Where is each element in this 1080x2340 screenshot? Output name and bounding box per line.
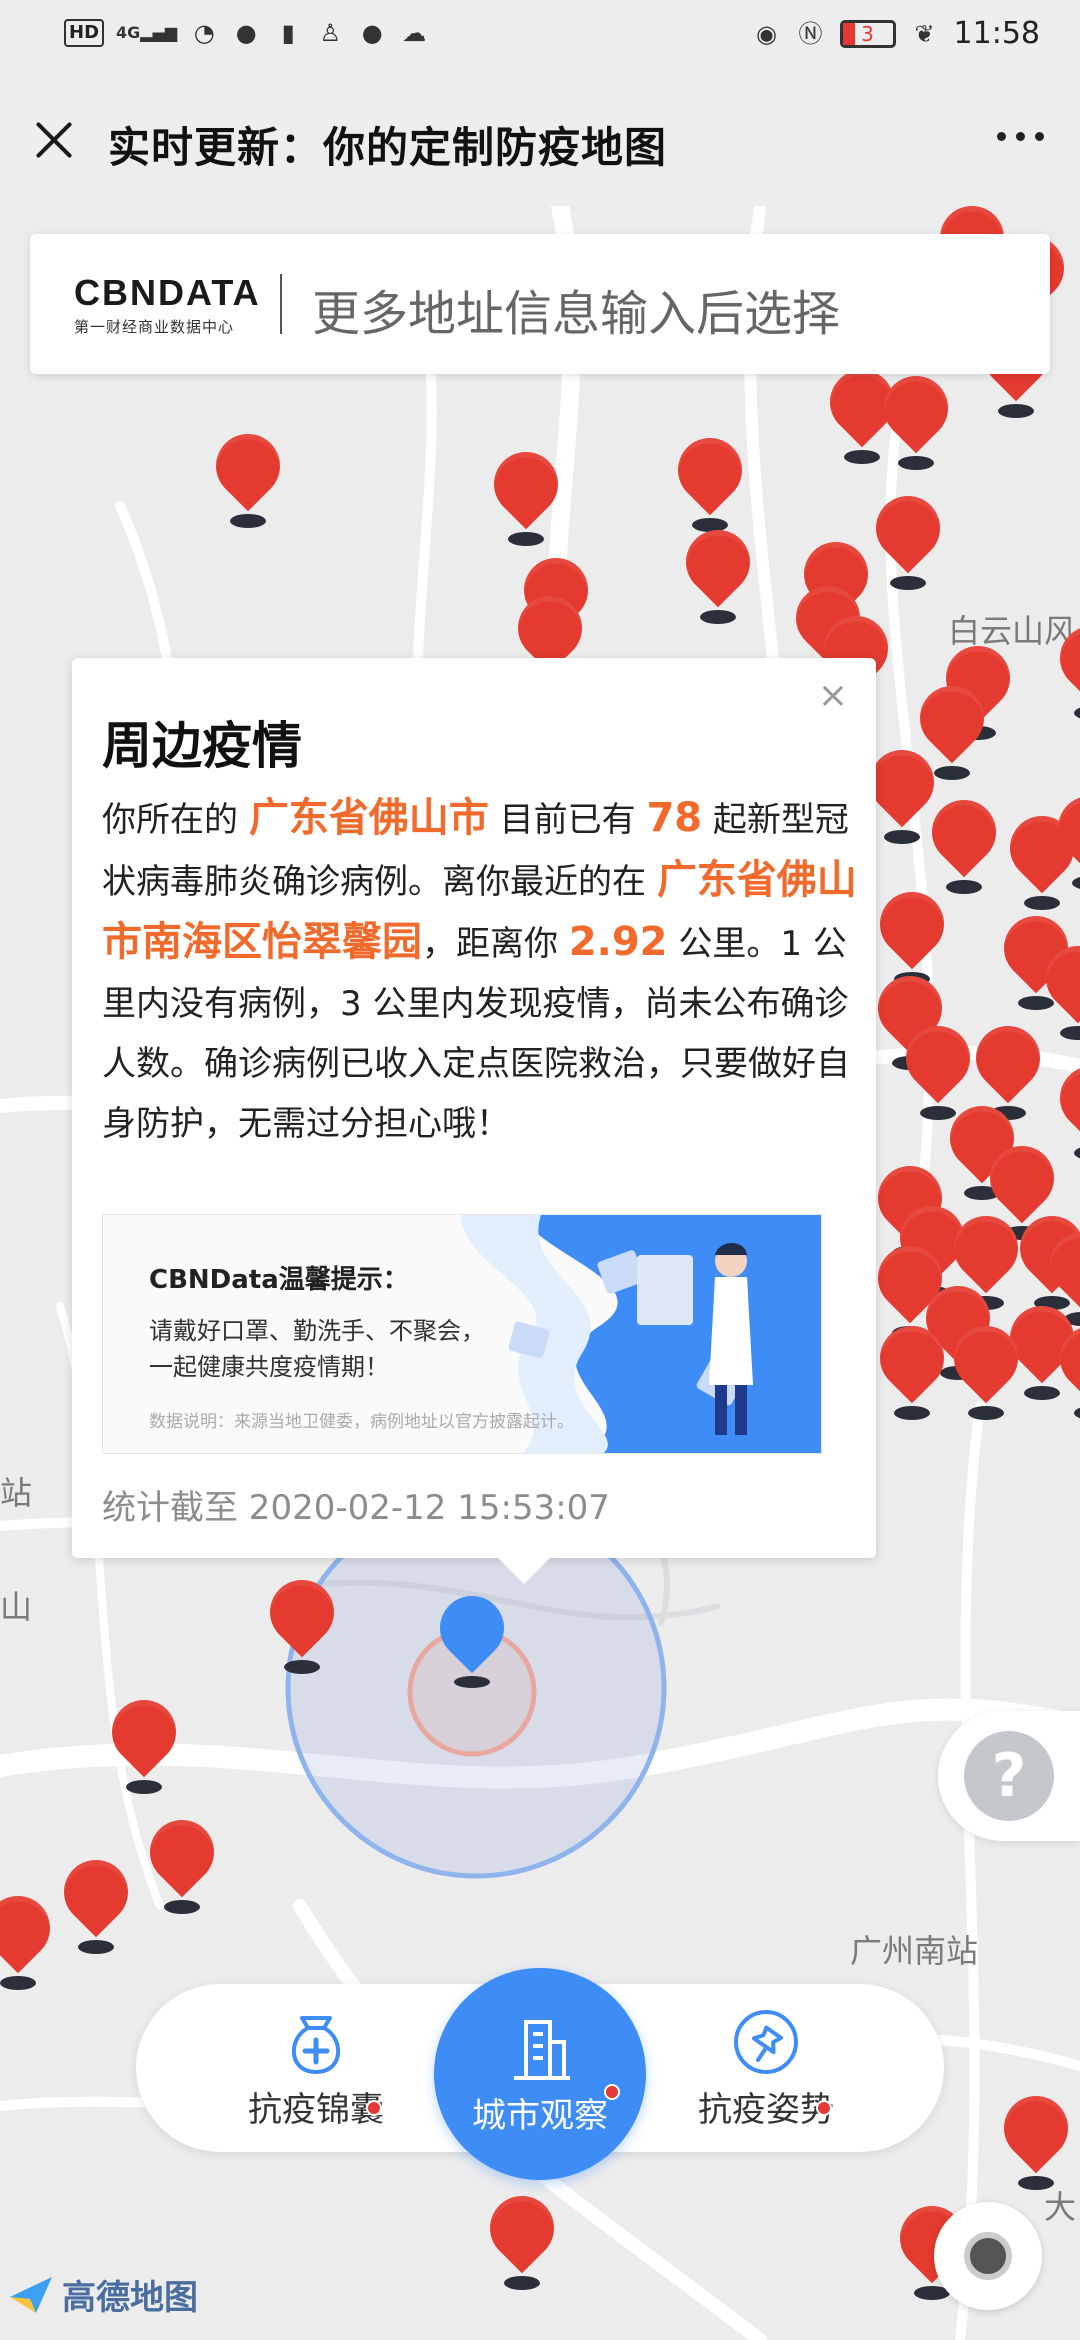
stat-timestamp: 统计截至 2020-02-12 15:53:07 (102, 1488, 610, 1528)
locate-icon (964, 2232, 1012, 2280)
search-divider (280, 274, 282, 334)
status-left-icons: HD 4G▂▄▆ ◔ ● ▮ ♙ ● ☁ (64, 18, 429, 48)
case-pin[interactable] (1046, 612, 1080, 726)
distance-value: 2.92 (568, 919, 668, 965)
case-pin[interactable] (202, 420, 294, 534)
tip-banner: CBNData温馨提示： 请戴好口罩、勤洗手、不聚会， 一起健康共度疫情期！ 数… (102, 1214, 822, 1454)
amap-logo: 高德地图 (6, 2270, 198, 2319)
banner-data-note: 数据说明：来源当地卫健委，病例地址以官方披露起计。 (149, 1412, 574, 1432)
case-pin[interactable] (990, 2082, 1080, 2196)
case-pin[interactable] (136, 1806, 228, 1920)
case-pin[interactable] (940, 1312, 1032, 1426)
map-label-station: 站 (0, 1474, 33, 1512)
sim-icon: ▮ (281, 19, 295, 47)
chat-icon: ● (361, 19, 383, 47)
map-canvas[interactable]: 白云山风 站 山 广州南站 大 CBNDATA 第一财经商业数据中心 更多地址信… (0, 206, 1080, 2340)
nav-kangyi-zishi[interactable]: 抗疫姿势 (666, 2004, 866, 2131)
case-pin[interactable] (256, 1566, 348, 1680)
case-pin[interactable] (856, 736, 948, 850)
case-count: 78 (646, 795, 703, 841)
case-pin[interactable] (1046, 1312, 1080, 1426)
case-pin[interactable] (1044, 782, 1080, 896)
logo-sub-text: 第一财经商业数据中心 (74, 318, 235, 336)
title-bar: 实时更新：你的定制防疫地图 (0, 72, 1080, 206)
body-text-2: 目前已有 (499, 800, 636, 840)
body-text-4: ，距离你 (422, 924, 558, 964)
case-pin[interactable] (476, 2182, 568, 2296)
locate-button[interactable] (934, 2202, 1042, 2310)
case-pin[interactable] (866, 1312, 958, 1426)
pin-icon (734, 2010, 798, 2074)
popup-body: 你所在的 广东省佛山市 目前已有 78 起新型冠状病毒肺炎确诊病例。离你最近的在… (102, 788, 862, 1154)
qq-icon: ♙ (319, 19, 341, 47)
network-label: 4G (116, 23, 141, 42)
help-icon: ? (964, 1731, 1054, 1821)
case-pin[interactable] (98, 1686, 190, 1800)
status-time: 11:58 (953, 16, 1040, 51)
wifi-icon: ◔ (193, 19, 215, 47)
banner-line-1: 请戴好口罩、勤洗手、不聚会， (149, 1317, 485, 1345)
battery-level: 3 (861, 21, 874, 46)
status-right-icons: ◉ Ⓝ 3 ❦ 11:58 (752, 16, 1040, 51)
case-pin[interactable] (50, 1846, 142, 1960)
hd-icon: HD (64, 19, 105, 47)
case-pin[interactable] (672, 516, 764, 630)
logo-main-text: CBNDATA (74, 272, 261, 313)
eye-icon: ◉ (756, 19, 777, 48)
case-pin[interactable] (1046, 1052, 1080, 1166)
body-text-1: 你所在的 (102, 800, 238, 840)
nfc-icon: Ⓝ (798, 19, 823, 48)
case-pin[interactable] (664, 424, 756, 538)
nav-right-badge (816, 2100, 832, 2116)
cbndata-logo: CBNDATA 第一财经商业数据中心 (74, 272, 261, 337)
popup-close-icon[interactable]: × (818, 678, 848, 714)
close-icon[interactable] (30, 116, 78, 164)
page-title: 实时更新：你的定制防疫地图 (108, 123, 668, 172)
amap-brand: 高德地图 (62, 2278, 198, 2318)
nav-city-observation[interactable]: 城市观察 (434, 1968, 646, 2180)
buildings-icon (514, 2020, 570, 2080)
address-search-bar[interactable]: CBNDATA 第一财经商业数据中心 更多地址信息输入后选择 (30, 234, 1050, 374)
nav-right-label: 抗疫姿势 (698, 2090, 834, 2130)
case-pin[interactable] (862, 482, 954, 596)
notification-icon: ● (235, 19, 257, 47)
user-location-pin (426, 1582, 518, 1696)
case-pin[interactable] (870, 362, 962, 476)
amap-arrow-icon (10, 2276, 52, 2313)
case-pin[interactable] (918, 786, 1010, 900)
nearby-epidemic-popup: × 周边疫情 你所在的 广东省佛山市 目前已有 78 起新型冠状病毒肺炎确诊病例… (72, 658, 876, 1584)
case-pin[interactable] (1032, 932, 1080, 1046)
leaf-icon: ❦ (914, 19, 935, 48)
popup-title: 周边疫情 (102, 717, 302, 775)
more-menu-icon[interactable] (997, 132, 1044, 141)
nav-left-badge (366, 2100, 382, 2116)
signal-4g-icon: 4G▂▄▆ (116, 23, 178, 42)
nav-center-badge (604, 2084, 620, 2100)
banner-title: CBNData温馨提示： (149, 1265, 409, 1295)
case-pin[interactable] (480, 438, 572, 552)
weather-icon: ☁ (402, 19, 427, 47)
case-pin[interactable] (0, 1882, 64, 1996)
nav-kangyi-jinnang[interactable]: 抗疫锦囊 (216, 2004, 416, 2131)
search-input[interactable]: 更多地址信息输入后选择 (312, 274, 840, 344)
banner-line-2: 一起健康共度疫情期！ (149, 1353, 389, 1381)
battery-icon: 3 (839, 19, 896, 48)
status-bar: HD 4G▂▄▆ ◔ ● ▮ ♙ ● ☁ ◉ Ⓝ 3 ❦ 11:58 (0, 0, 1080, 72)
city-highlight: 广东省佛山市 (248, 795, 489, 841)
map-label-guangzhou-south: 广州南站 (850, 1932, 979, 1970)
map-label-mountain: 山 (0, 1588, 33, 1626)
nav-left-label: 抗疫锦囊 (248, 2090, 384, 2130)
pouch-icon (292, 2016, 340, 2075)
help-button[interactable]: ? (938, 1711, 1080, 1841)
